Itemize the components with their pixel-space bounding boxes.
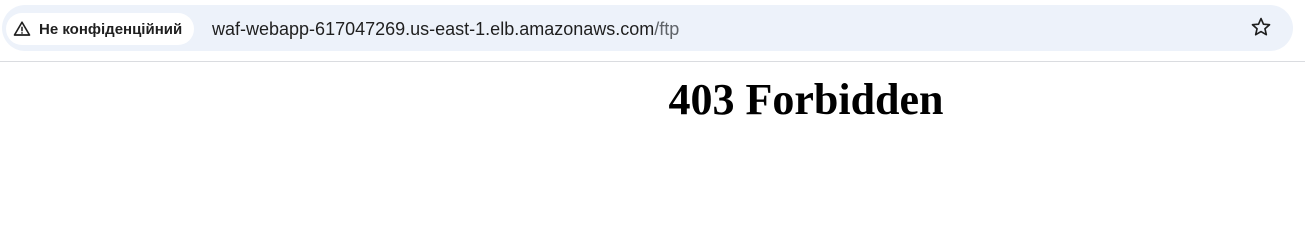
url-host: waf-webapp-617047269.us-east-1.elb.amazo… xyxy=(212,19,655,39)
bookmark-button[interactable] xyxy=(1249,17,1273,41)
security-status-chip[interactable]: Не конфіденційний xyxy=(6,13,195,45)
star-icon xyxy=(1250,16,1272,43)
page-title: 403 Forbidden xyxy=(668,75,944,124)
url-text[interactable]: waf-webapp-617047269.us-east-1.elb.amazo… xyxy=(212,19,679,39)
address-bar[interactable]: Не конфіденційний waf-webapp-617047269.u… xyxy=(2,5,1293,51)
security-status-label: Не конфіденційний xyxy=(39,20,183,38)
page-content: 403 Forbidden xyxy=(0,62,1305,218)
url-path: /ftp xyxy=(654,19,680,39)
browser-toolbar: Не конфіденційний waf-webapp-617047269.u… xyxy=(0,0,1305,62)
warning-triangle-icon xyxy=(12,19,32,39)
